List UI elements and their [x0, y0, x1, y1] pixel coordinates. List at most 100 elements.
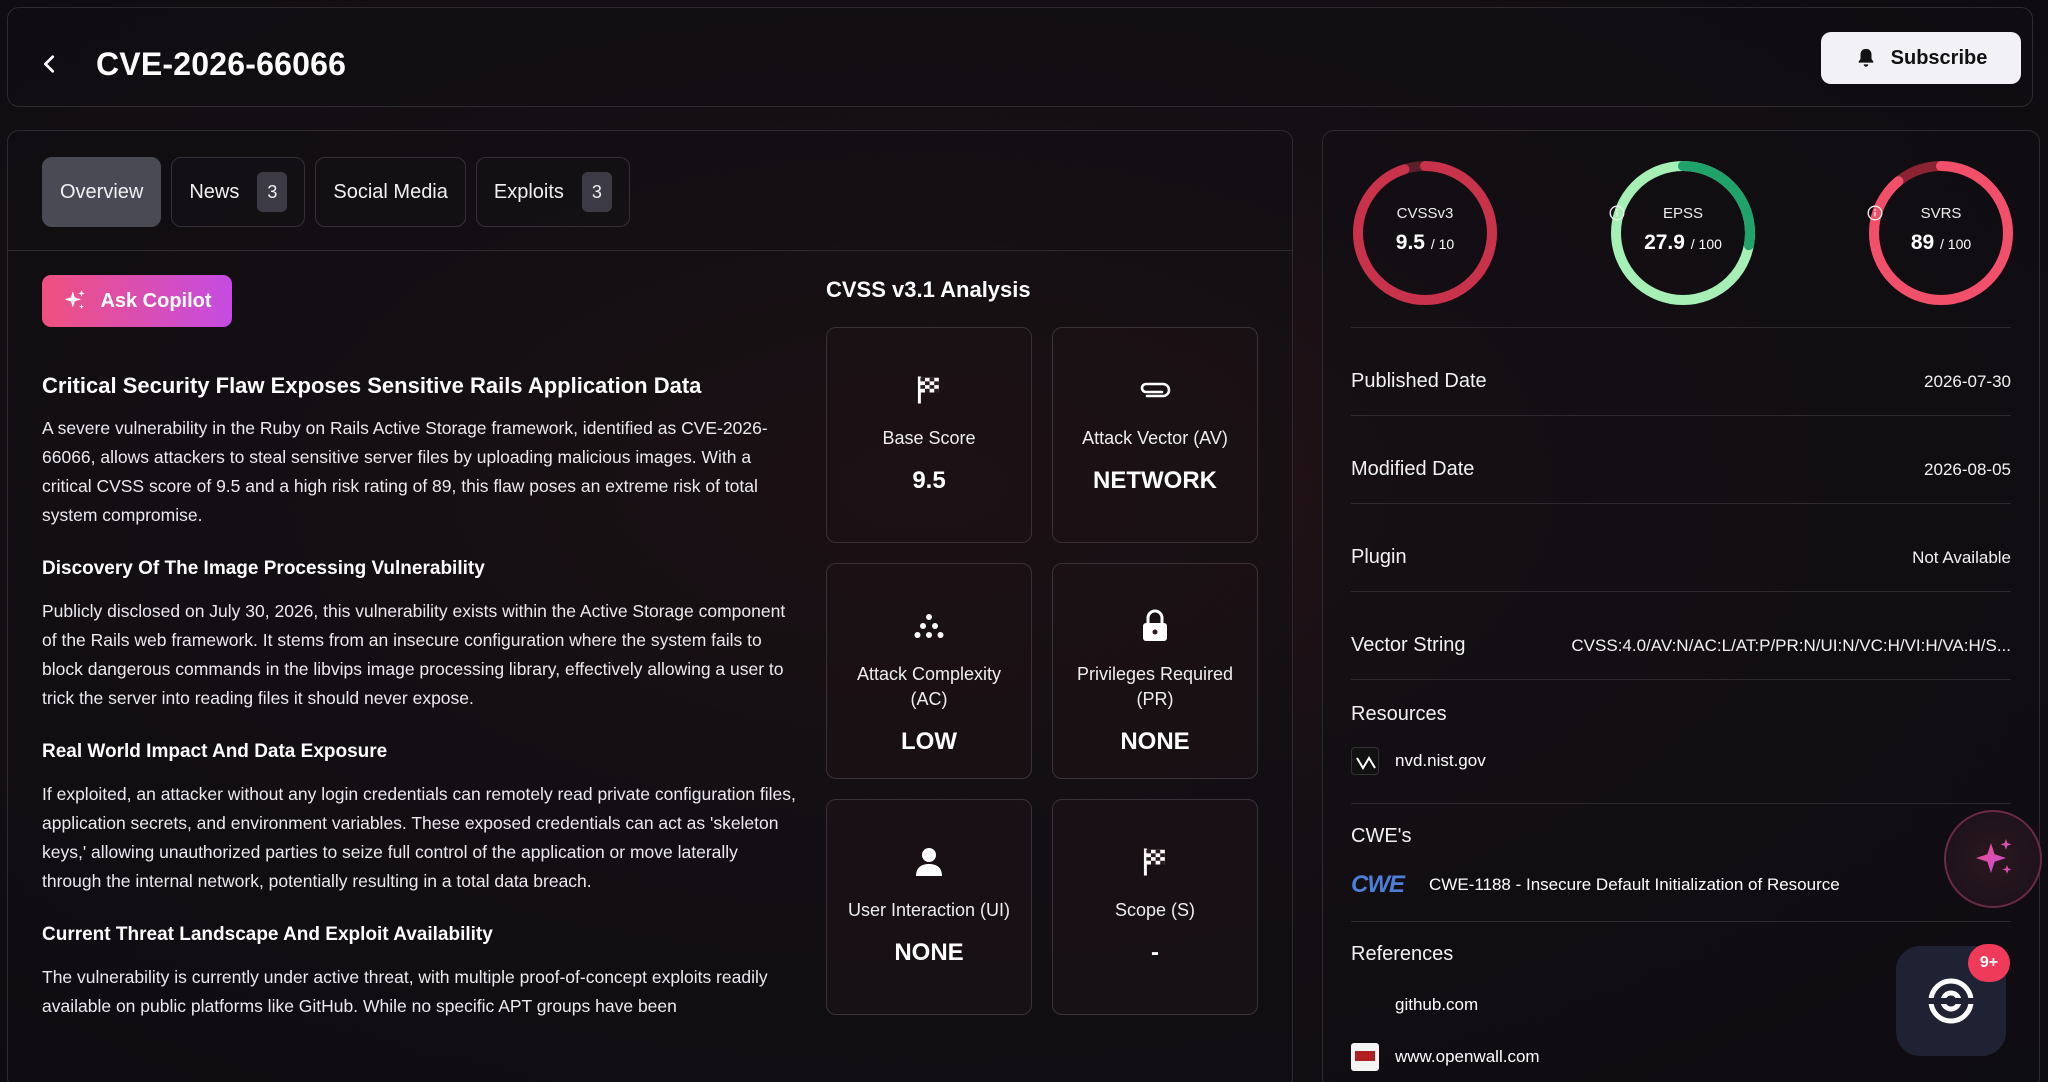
ask-copilot-button[interactable]: Ask Copilot: [42, 275, 232, 327]
lock-icon: [1143, 609, 1167, 641]
page-title: CVE-2026-66066: [96, 46, 347, 82]
gauge-label: CVSSv3: [1351, 205, 1499, 222]
sparkle-icon: [65, 290, 86, 310]
gauge-value-text: 89: [1910, 231, 1935, 254]
gauge-label-text: SVRS: [1920, 205, 1962, 222]
section-body: The vulnerability is currently under act…: [42, 967, 768, 1016]
tab-news[interactable]: News 3: [171, 157, 306, 227]
vector-string-row: Vector String CVSS:4.0/AV:N/AC:L/AT:P/PR…: [1351, 591, 2011, 679]
row-label: Vector String: [1351, 634, 1466, 656]
reference-link[interactable]: github.com: [1351, 991, 1478, 1019]
tab-label: Social Media: [333, 180, 448, 203]
card-value: -: [1151, 939, 1159, 966]
openwall-logo-icon: [1351, 1043, 1379, 1071]
section-heading: Discovery Of The Image Processing Vulner…: [42, 558, 485, 579]
gauge-label-text: CVSSv3: [1396, 205, 1454, 222]
published-date-row: Published Date 2026-07-30: [1351, 327, 2011, 415]
cvss-analysis-title: CVSS v3.1 Analysis: [826, 277, 1031, 302]
divider: [8, 250, 1292, 251]
notification-badge: 9+: [1968, 944, 2010, 982]
tab-label: Exploits: [493, 180, 564, 203]
subscribe-label: Subscribe: [1890, 46, 1988, 69]
row-value[interactable]: CVSS:4.0/AV:N/AC:L/AT:P/PR:N/UI:N/VC:H/V…: [1571, 636, 2011, 656]
gauge-label: EPSS: [1609, 205, 1757, 222]
copilot-fab-button[interactable]: [1944, 810, 2042, 908]
cvss-card-base-score: Base Score 9.5: [826, 327, 1032, 543]
gauge-value: 27.9 / 100: [1609, 231, 1757, 255]
info-icon[interactable]: [1609, 205, 1625, 221]
cvss-card-user-interaction: User Interaction (UI) NONE: [826, 799, 1032, 1015]
card-value: NETWORK: [1093, 467, 1217, 494]
gauge-max-text: / 100: [1940, 236, 1972, 252]
cvss-card-privileges-required: Privileges Required (PR) NONE: [1052, 563, 1258, 779]
details-panel: CVSSv3 9.5 / 10 EPSS 27.9 / 100 SVRS 89 …: [1322, 130, 2040, 1082]
tab-label: Overview: [60, 180, 144, 203]
tab-count-badge: 3: [581, 172, 612, 212]
row-label: Plugin: [1351, 546, 1407, 568]
reference-link[interactable]: www.openwall.com: [1351, 1043, 1540, 1071]
paperclip-icon: [1140, 382, 1171, 398]
tab-social-media[interactable]: Social Media: [315, 157, 466, 227]
section-heading: Real World Impact And Data Exposure: [42, 741, 388, 762]
row-value: 2026-08-05: [1924, 460, 2011, 479]
tab-label: News: [189, 180, 240, 203]
card-value: NONE: [1120, 728, 1190, 755]
copilot-label: Ask Copilot: [100, 289, 212, 312]
resource-link[interactable]: nvd.nist.gov: [1351, 747, 1486, 775]
sparkle-icon: [1976, 839, 2012, 874]
row-label: Modified Date: [1351, 458, 1475, 480]
card-label: Attack Complexity (AC): [856, 664, 1002, 709]
card-value: NONE: [894, 939, 964, 966]
gauge-label-text: EPSS: [1662, 205, 1704, 222]
section-heading: Current Threat Landscape And Exploit Ava…: [42, 924, 493, 945]
card-label: Base Score: [882, 428, 976, 448]
section-body: If exploited, an attacker without any lo…: [42, 784, 796, 891]
row-value: 2026-07-30: [1924, 372, 2011, 391]
gauge-value-text: 27.9: [1644, 231, 1685, 254]
divider: [1351, 803, 2011, 804]
tab-bar: Overview News 3 Social Media Exploits 3: [42, 157, 630, 227]
tab-count-badge: 3: [257, 172, 288, 212]
info-icon[interactable]: [1867, 205, 1883, 221]
dots-icon: [914, 614, 944, 638]
references-title: References: [1351, 943, 1454, 965]
gauge-max-text: / 100: [1690, 236, 1722, 252]
cwe-label: CWE-1188 - Insecure Default Initializati…: [1429, 875, 1840, 894]
nvd-logo-icon: [1351, 747, 1379, 775]
card-label: Attack Vector (AV): [1082, 428, 1228, 448]
flag-icon: [1143, 848, 1165, 876]
card-label: Privileges Required (PR): [1076, 664, 1234, 709]
bell-icon: [1858, 48, 1873, 67]
plugin-row: Plugin Not Available: [1351, 503, 2011, 591]
cvss-card-attack-vector: Attack Vector (AV) NETWORK: [1052, 327, 1258, 543]
gauge-value: 89 / 100: [1867, 231, 2015, 255]
cvss-card-attack-complexity: Attack Complexity (AC) LOW: [826, 563, 1032, 779]
tab-overview[interactable]: Overview: [42, 157, 162, 227]
page-header: CVE-2026-66066 Subscribe: [7, 7, 2033, 107]
tab-exploits[interactable]: Exploits 3: [475, 157, 630, 227]
divider: [1351, 679, 2011, 680]
article-intro: A severe vulnerability in the Ruby on Ra…: [42, 418, 768, 525]
row-value: Not Available: [1912, 548, 2011, 567]
back-button[interactable]: [36, 50, 64, 78]
flag-icon: [917, 376, 939, 404]
article: Critical Security Flaw Exposes Sensitive…: [42, 373, 802, 1049]
resources-title: Resources: [1351, 703, 1447, 725]
modified-date-row: Modified Date 2026-08-05: [1351, 415, 2011, 503]
github-logo-icon: [1351, 991, 1379, 1019]
divider: [1351, 921, 2011, 922]
subscribe-button[interactable]: Subscribe: [1821, 32, 2021, 84]
gauge-cvss: CVSSv3 9.5 / 10: [1351, 159, 1499, 307]
card-label: User Interaction (UI): [847, 900, 1011, 920]
row-label: Published Date: [1351, 370, 1487, 392]
cwes-title: CWE's: [1351, 825, 1412, 847]
gauge-value-text: 9.5: [1395, 231, 1425, 254]
reference-label: github.com: [1395, 995, 1479, 1014]
reference-label: www.openwall.com: [1395, 1047, 1540, 1066]
gauge-max-text: / 10: [1430, 236, 1455, 252]
user-icon: [916, 848, 942, 876]
cwe-item[interactable]: CWE CWE-1188 - Insecure Default Initiali…: [1351, 871, 1840, 899]
article-title: Critical Security Flaw Exposes Sensitive…: [42, 373, 702, 398]
gauge-svrs: SVRS 89 / 100: [1867, 159, 2015, 307]
card-label: Scope (S): [1114, 900, 1196, 920]
